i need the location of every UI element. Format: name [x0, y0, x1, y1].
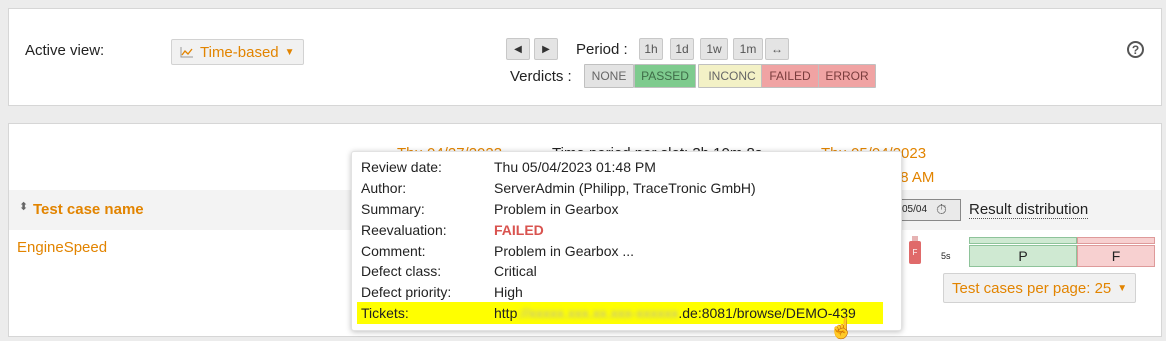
verdict-error-button[interactable]: ERROR — [818, 64, 876, 88]
pagination-label: Test cases per page: 25 — [952, 279, 1112, 297]
duration-label: 5s — [941, 251, 951, 261]
tickets-key: Tickets: — [361, 305, 409, 321]
tooltip-key: Review date: — [361, 159, 442, 175]
passed-mini-bar — [969, 237, 1077, 244]
tooltip-value: Thu 05/04/2023 01:48 PM — [494, 159, 656, 175]
tooltip-value: High — [494, 284, 523, 300]
tooltip-key: Defect priority: — [361, 284, 452, 300]
ticket-link[interactable]: http://xxxxx.xxx.xx.xxx-xxxxxx.de:8081/b… — [494, 305, 856, 321]
tooltip-value: Problem in Gearbox ... — [494, 243, 635, 259]
failed-distribution-bar[interactable]: F — [1077, 245, 1155, 267]
tooltip-value: Problem in Gearbox — [494, 201, 619, 217]
sort-icon[interactable]: ⬍ — [19, 200, 28, 213]
tooltip-row: Comment: Problem in Gearbox ... — [352, 242, 901, 262]
verdict-none-button[interactable]: NONE — [584, 64, 634, 88]
verdict-failed-button[interactable]: FAILED — [761, 64, 819, 88]
chevron-down-icon: ▼ — [284, 46, 295, 58]
previous-period-button[interactable]: ◀ — [506, 38, 530, 60]
tooltip-row: Review date: Thu 05/04/2023 01:48 PM — [352, 158, 901, 178]
column-test-case-name[interactable]: Test case name — [33, 201, 144, 218]
help-icon[interactable]: ? — [1127, 41, 1144, 58]
tooltip-row: Author: ServerAdmin (Philipp, TraceTroni… — [352, 179, 901, 199]
timeline-slot-header: 05/04 ⏱ — [899, 199, 961, 221]
failed-bar-label: F — [909, 241, 921, 264]
failed-mini-bar — [1077, 237, 1155, 244]
tooltip-key: Defect class: — [361, 263, 442, 279]
verdict-inconc-button[interactable]: INCONC — [698, 64, 766, 88]
reevaluation-status: FAILED — [494, 222, 544, 238]
verdicts-label: Verdicts : — [510, 68, 572, 85]
view-select-button[interactable]: Time-based ▼ — [171, 39, 304, 65]
column-result-distribution: Result distribution — [969, 201, 1089, 219]
view-select-label: Time-based — [200, 43, 279, 61]
chevron-down-icon: ▼ — [1117, 282, 1128, 294]
stopwatch-icon: ⏱ — [936, 201, 947, 217]
tooltip-key: Reevaluation: — [361, 222, 447, 238]
test-case-link[interactable]: EngineSpeed — [17, 239, 107, 256]
active-view-label: Active view: — [25, 42, 105, 59]
verdict-passed-button[interactable]: PASSED — [634, 64, 696, 88]
tooltip-row: Reevaluation: FAILED — [352, 221, 901, 241]
ticket-url-redacted: ://xxxxx.xxx.xx.xxx-xxxxxx — [517, 305, 679, 321]
failed-result-bar[interactable]: F — [909, 236, 921, 264]
tooltip-value: Critical — [494, 263, 537, 279]
period-label: Period : — [576, 41, 628, 58]
period-1m-button[interactable]: 1m — [733, 38, 763, 60]
tooltip-row: Defect priority: High — [352, 283, 901, 303]
period-1d-button[interactable]: 1d — [670, 38, 694, 60]
tickets-row: Tickets: http://xxxxx.xxx.xx.xxx-xxxxxx.… — [352, 304, 901, 324]
tooltip-key: Summary: — [361, 201, 425, 217]
period-all-button[interactable]: ↔ — [765, 38, 789, 60]
next-period-button[interactable]: ▶ — [534, 38, 558, 60]
tooltip-key: Comment: — [361, 243, 426, 259]
tooltip-row: Defect class: Critical — [352, 262, 901, 282]
slot-date-label: 05/04 — [902, 204, 928, 215]
line-chart-icon — [180, 47, 193, 58]
ticket-url-prefix: http — [494, 305, 518, 321]
passed-distribution-bar[interactable]: P — [969, 245, 1077, 267]
view-controls-panel: Active view: Time-based ▼ ◀ ▶ Period : 1… — [8, 8, 1162, 106]
test-cases-per-page-select[interactable]: Test cases per page: 25 ▼ — [943, 273, 1137, 303]
period-1w-button[interactable]: 1w — [700, 38, 728, 60]
tooltip-key: Author: — [361, 180, 407, 196]
review-tooltip: Review date: Thu 05/04/2023 01:48 PM Aut… — [351, 151, 902, 340]
tooltip-value: ServerAdmin (Philipp, TraceTronic GmbH) — [494, 180, 756, 196]
period-1h-button[interactable]: 1h — [639, 38, 663, 60]
tooltip-row: Summary: Problem in Gearbox — [352, 200, 901, 220]
hand-pointer-icon: ☝ — [829, 318, 854, 340]
